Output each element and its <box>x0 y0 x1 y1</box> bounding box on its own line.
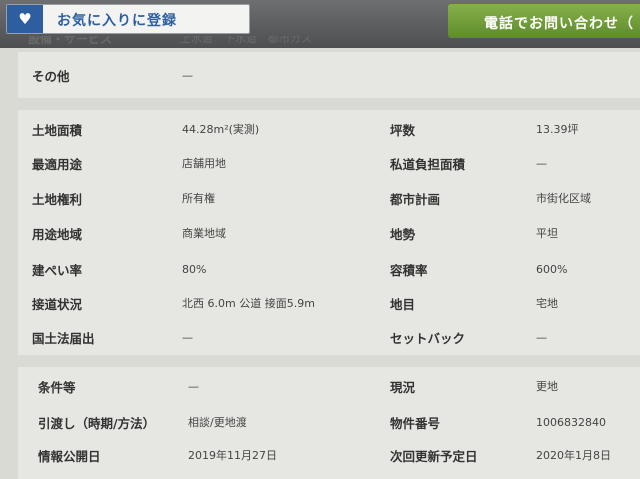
row-label: 用途地域 <box>32 226 83 242</box>
row-label: 国土法届出 <box>32 330 95 346</box>
heart-icon: ♥ <box>7 5 43 33</box>
add-favorite-button[interactable]: ♥ お気に入りに登録 <box>6 4 250 34</box>
row-label: 地勢 <box>390 226 416 242</box>
phone-inquiry-label: 電話でお問い合わせ（ <box>484 16 634 32</box>
row-label: 情報公開日 <box>38 448 101 464</box>
row-value: 北西 6.0m 公道 接面5.9m <box>182 297 315 310</box>
row-label: 土地権利 <box>32 191 83 207</box>
other-label: その他 <box>32 68 70 84</box>
row-label: 条件等 <box>38 379 76 395</box>
row-label: 引渡し（時期/方法） <box>38 415 156 431</box>
table-row: 引渡し（時期/方法） 相談/更地渡 物件番号 1006832840 <box>18 405 640 439</box>
row-value: 1006832840 <box>536 415 606 429</box>
row-label: セットバック <box>390 330 466 346</box>
row-value: — <box>182 330 193 344</box>
row-value: 平坦 <box>536 227 558 240</box>
table-row: 条件等 — 現況 更地 <box>18 369 640 403</box>
row-label: 地目 <box>390 296 416 312</box>
row-value: 店舗用地 <box>182 157 226 170</box>
conditions-section: 条件等 — 現況 更地 引渡し（時期/方法） 相談/更地渡 物件番号 10068… <box>18 367 640 479</box>
add-favorite-label: お気に入りに登録 <box>57 13 177 29</box>
row-value: 更地 <box>536 380 558 393</box>
row-value: 2020年1月8日 <box>536 449 611 462</box>
row-value: 600% <box>536 262 568 276</box>
row-value: 2019年11月27日 <box>188 449 277 462</box>
other-value: — <box>182 68 193 82</box>
table-row: 建ぺい率 80% 容積率 600% <box>18 252 640 286</box>
other-section: その他 — <box>18 52 640 98</box>
table-row: 情報公開日 2019年11月27日 次回更新予定日 2020年1月8日 <box>18 438 640 472</box>
row-value: 商業地域 <box>182 227 226 240</box>
row-label: 容積率 <box>390 262 428 278</box>
row-label: 坪数 <box>390 122 416 138</box>
land-info-section: 土地面積 44.28m²(実測) 坪数 13.39坪 最適用途 店舗用地 私道負… <box>18 110 640 355</box>
row-label: 都市計画 <box>390 191 441 207</box>
row-value: 80% <box>182 262 207 276</box>
phone-inquiry-button[interactable]: 電話でお問い合わせ（ <box>448 4 640 38</box>
row-value: 市街化区域 <box>536 192 591 205</box>
row-label: 建ぺい率 <box>32 262 83 278</box>
table-row: 土地面積 44.28m²(実測) 坪数 13.39坪 <box>18 112 640 146</box>
row-value: 相談/更地渡 <box>188 416 247 429</box>
table-row: その他 — <box>18 58 640 92</box>
row-label: 私道負担面積 <box>390 156 466 172</box>
table-row: 用途地域 商業地域 地勢 平坦 <box>18 216 640 250</box>
row-label: 現況 <box>390 379 416 395</box>
table-row: 土地権利 所有権 都市計画 市街化区域 <box>18 181 640 215</box>
cutoff-row: 設備・サービス 上水道 下水道 都市ガス <box>0 36 640 49</box>
row-value: — <box>536 330 547 344</box>
cutoff-row-label: 設備・サービス <box>28 36 113 46</box>
top-action-bar: ♥ お気に入りに登録 電話でお問い合わせ（ 設備・サービス 上水道 下水道 都市… <box>0 0 640 48</box>
row-label: 接道状況 <box>32 296 83 312</box>
row-value: 44.28m²(実測) <box>182 123 260 136</box>
row-value: 宅地 <box>536 297 558 310</box>
table-row: 最適用途 店舗用地 私道負担面積 — <box>18 146 640 180</box>
row-value: 所有権 <box>182 192 215 205</box>
row-value: 13.39坪 <box>536 123 579 136</box>
cutoff-row-value: 上水道 下水道 都市ガス <box>180 36 312 45</box>
row-label: 土地面積 <box>32 122 83 138</box>
table-row: 接道状況 北西 6.0m 公道 接面5.9m 地目 宅地 <box>18 286 640 320</box>
row-value: — <box>536 156 547 170</box>
row-label: 物件番号 <box>390 415 441 431</box>
row-value: — <box>188 379 199 393</box>
row-label: 最適用途 <box>32 156 83 172</box>
row-label: 次回更新予定日 <box>390 448 478 464</box>
table-row: 国土法届出 — セットバック — <box>18 320 640 354</box>
